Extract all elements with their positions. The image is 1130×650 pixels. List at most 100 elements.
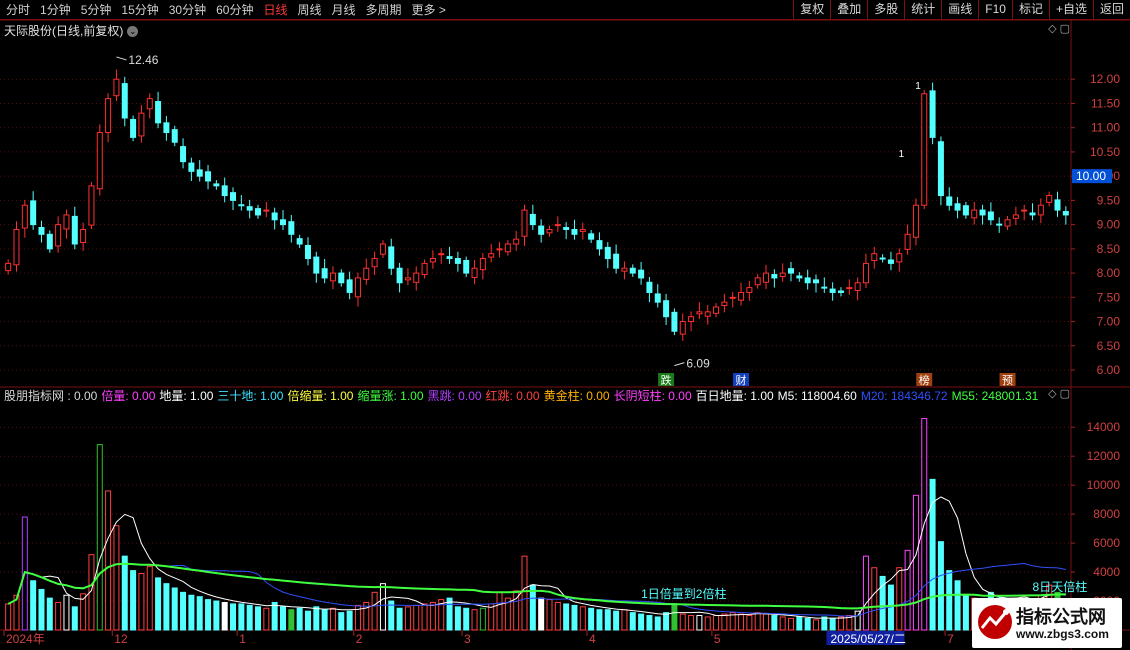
volume-bar bbox=[479, 607, 486, 631]
candle-body bbox=[38, 227, 45, 235]
volume-bar bbox=[55, 601, 62, 631]
stock-title[interactable]: 天际股份(日线,前复权) ⌄ bbox=[4, 22, 139, 39]
volume-bar bbox=[812, 619, 819, 631]
volume-bar bbox=[671, 603, 678, 631]
candle-body bbox=[205, 171, 212, 182]
candle-body bbox=[288, 221, 295, 235]
candle-body bbox=[163, 122, 170, 134]
volume-bar bbox=[754, 612, 761, 631]
candle-body bbox=[1029, 212, 1036, 216]
volume-bar bbox=[163, 583, 170, 631]
period-tab[interactable]: 分时 bbox=[6, 0, 30, 20]
high-price-label: 12.46 bbox=[128, 53, 158, 67]
candle-body bbox=[554, 224, 561, 227]
volume-bar bbox=[946, 570, 953, 631]
candle-body bbox=[479, 258, 486, 271]
restore-icon[interactable]: ▢ bbox=[1060, 23, 1070, 35]
period-tab[interactable]: 15分钟 bbox=[121, 0, 158, 20]
candle-body bbox=[55, 224, 62, 247]
volume-bar bbox=[338, 612, 345, 631]
candle-body bbox=[1004, 219, 1011, 227]
period-tab[interactable]: 更多 > bbox=[412, 0, 446, 20]
volume-bar bbox=[446, 597, 453, 631]
volume-bar bbox=[962, 594, 969, 631]
volume-bar bbox=[496, 591, 503, 631]
candle-body bbox=[429, 258, 436, 263]
stock-chart[interactable]: 12.00 11.50 11.00 10.50 10.00 9.50 9.00 8.50 8.0… bbox=[0, 20, 1130, 650]
legend-item: 股朋指标网 : 0.00 bbox=[4, 389, 98, 403]
price-axis-label: 6.00 bbox=[1097, 363, 1121, 377]
toolbar-action-button[interactable]: 标记 bbox=[1011, 0, 1049, 20]
volume-bar bbox=[912, 494, 919, 631]
chart-grid bbox=[0, 20, 1130, 650]
volume-bar bbox=[554, 601, 561, 631]
candle-body bbox=[954, 203, 961, 211]
period-tab[interactable]: 1分钟 bbox=[40, 0, 71, 20]
toolbar-action-button[interactable]: 复权 bbox=[793, 0, 830, 20]
volume-bar bbox=[146, 565, 153, 631]
volume-bar bbox=[804, 617, 811, 631]
candle-body bbox=[188, 162, 195, 172]
candle-body bbox=[279, 219, 286, 226]
toolbar-action-button[interactable]: +自选 bbox=[1048, 0, 1093, 20]
volume-bar bbox=[821, 616, 828, 631]
candle-body bbox=[771, 274, 778, 279]
legend-item: 缩量涨: 1.00 bbox=[357, 389, 424, 403]
indicator-annotation: 1日倍量到2倍柱 bbox=[641, 586, 726, 601]
volume-bar bbox=[463, 607, 470, 631]
volume-bar bbox=[271, 601, 278, 631]
candle-body bbox=[271, 212, 278, 221]
price-axis-label: 9.50 bbox=[1097, 193, 1121, 207]
candle-body bbox=[829, 288, 836, 293]
legend-item: 红跳: 0.00 bbox=[485, 389, 540, 403]
volume-bar bbox=[238, 603, 245, 631]
volume-bar bbox=[421, 603, 428, 631]
candle-body bbox=[263, 209, 270, 212]
candlesticks bbox=[5, 69, 1069, 341]
restore-icon[interactable]: ▢ bbox=[1060, 388, 1070, 400]
volume-bar bbox=[796, 616, 803, 631]
volume-bar bbox=[130, 570, 137, 631]
period-tab[interactable]: 60分钟 bbox=[216, 0, 253, 20]
candle-body bbox=[663, 300, 670, 318]
price-axis-label: 8.50 bbox=[1097, 242, 1121, 256]
candle-body bbox=[213, 183, 220, 187]
candle-body bbox=[588, 233, 595, 240]
volume-bar bbox=[713, 615, 720, 631]
candle-body bbox=[321, 268, 328, 279]
diamond-icon[interactable]: ◇ bbox=[1048, 23, 1056, 35]
chevron-down-icon[interactable]: ⌄ bbox=[127, 26, 139, 38]
volume-bar bbox=[937, 541, 944, 631]
period-tab[interactable]: 5分钟 bbox=[81, 0, 112, 20]
time-axis-label: 2024年 bbox=[6, 632, 45, 646]
toolbar-action-button[interactable]: 返回 bbox=[1092, 0, 1130, 20]
candle-body bbox=[105, 98, 112, 134]
diamond-icon[interactable]: ◇ bbox=[1048, 388, 1056, 400]
candle-body bbox=[962, 205, 969, 216]
period-tab[interactable]: 多周期 bbox=[366, 0, 402, 20]
volume-bar bbox=[688, 615, 695, 631]
period-tab[interactable]: 日线 bbox=[263, 0, 287, 20]
event-marker-label: 财 bbox=[736, 373, 747, 387]
toolbar-action-button[interactable]: 叠加 bbox=[830, 0, 867, 20]
period-tab[interactable]: 30分钟 bbox=[169, 0, 206, 20]
candle-body bbox=[713, 306, 720, 314]
candle-body bbox=[21, 204, 28, 229]
period-tab[interactable]: 月线 bbox=[332, 0, 356, 20]
toolbar-action-button[interactable]: F10 bbox=[978, 0, 1012, 20]
price-axis-label: 7.50 bbox=[1097, 290, 1121, 304]
volume-bar bbox=[471, 609, 478, 631]
toolbar-action-button[interactable]: 画线 bbox=[941, 0, 978, 20]
volume-bar bbox=[663, 612, 670, 631]
period-tab[interactable]: 周线 bbox=[297, 0, 321, 20]
volume-bar bbox=[829, 617, 836, 631]
candle-body bbox=[354, 277, 361, 298]
toolbar-action-button[interactable]: 统计 bbox=[904, 0, 941, 20]
volume-bar bbox=[5, 603, 12, 631]
candle-body bbox=[529, 213, 536, 226]
volume-bar bbox=[837, 616, 844, 631]
candle-body bbox=[155, 101, 162, 124]
toolbar-action-button[interactable]: 多股 bbox=[867, 0, 904, 20]
volume-bar bbox=[454, 606, 461, 631]
volume-bar bbox=[138, 573, 145, 631]
